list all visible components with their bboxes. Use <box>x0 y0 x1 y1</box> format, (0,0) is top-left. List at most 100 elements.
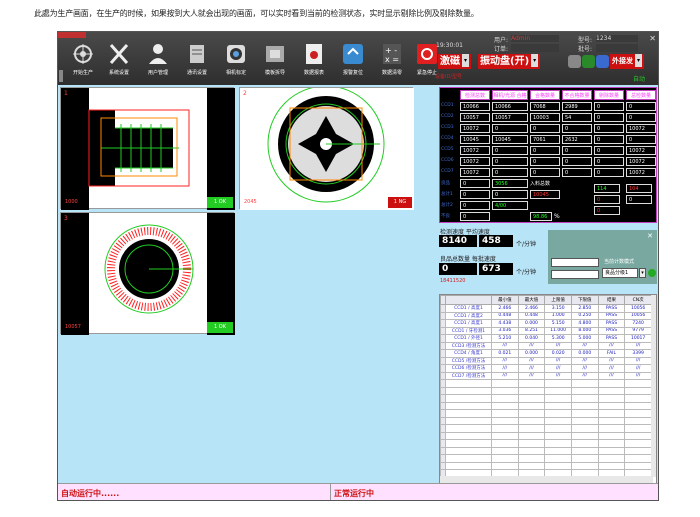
system-settings-button[interactable]: 系统设置 <box>102 42 136 82</box>
alarm-reset-label: 报警复位 <box>342 70 363 76</box>
table-row[interactable] <box>440 424 652 433</box>
data-report-button[interactable]: 数据报表 <box>297 42 331 82</box>
popup-input-2[interactable] <box>551 270 599 279</box>
table-row[interactable]: CCD1 / 高度1 4.438 0.000 5.150 4.800 PASS 7240 <box>440 319 652 328</box>
table-cell <box>517 446 546 455</box>
table-cell <box>544 401 572 410</box>
table-row[interactable] <box>440 394 652 403</box>
camera-calibration-button[interactable]: 相机标定 <box>219 42 253 82</box>
camera-view-1[interactable]: 1 1000 1 OK <box>60 87 235 210</box>
template-button[interactable]: 模板拆导 <box>258 42 292 82</box>
table-cell <box>445 424 492 433</box>
table-cell: 5.150 <box>544 319 572 328</box>
row-label: CCD5 <box>441 147 457 152</box>
settings-mini-icon[interactable] <box>568 55 581 68</box>
stats-cell: 0 <box>626 113 656 122</box>
dropdown-arrow-icon[interactable]: ▾ <box>635 54 642 67</box>
table-cell: PASS <box>597 304 626 313</box>
table-row[interactable]: CCD1 / 高度2 0.448 0.448 1.000 0.250 PASS 10056 <box>440 311 652 320</box>
stats-header-2: 相机/光源 合格 <box>492 90 528 100</box>
close-icon[interactable]: ✕ <box>647 232 653 240</box>
alarm-reset-button[interactable]: 报警复位 <box>336 42 370 82</box>
table-row[interactable]: CCD4 / 角度1 0.021 0.000 0.020 0.000 FAIL 3399 <box>440 349 652 358</box>
table-row[interactable]: CCD1 / 外径1 5.210 0.040 5.300 5.000 PASS 10017 <box>440 334 652 343</box>
table-cell <box>491 424 519 433</box>
dropdown-arrow-icon[interactable]: ▾ <box>531 54 539 67</box>
table-row[interactable]: CCD6 /检测方法////////////////// <box>440 364 652 373</box>
comm-settings-button[interactable]: 通讯设置 <box>180 42 214 82</box>
table-cell <box>517 431 546 440</box>
table-cell <box>624 446 652 455</box>
popup-input-1[interactable] <box>551 258 599 267</box>
wrench-screwdriver-icon <box>109 44 129 64</box>
order-value <box>511 44 559 52</box>
dropdown-arrow-icon[interactable]: ▾ <box>462 54 469 67</box>
input-total-value: 10045 <box>530 190 560 199</box>
stats-cell: 3056 <box>492 179 528 188</box>
table-cell: /// <box>624 341 652 350</box>
vertical-scrollbar[interactable] <box>651 295 656 477</box>
table-row[interactable] <box>440 454 652 463</box>
table-cell <box>517 454 546 463</box>
table-cell <box>570 379 599 388</box>
camera-view-2[interactable]: 2 2045 1 NG <box>239 87 414 210</box>
table-row[interactable] <box>440 446 652 455</box>
table-row[interactable] <box>440 386 652 395</box>
start-production-button[interactable]: 开始生产 <box>66 42 100 82</box>
camera-view-3[interactable]: 3 10057 1 OK <box>60 212 235 335</box>
row-label: CCD3 <box>441 125 457 130</box>
table-cell: /// <box>570 371 599 380</box>
row-label: CCD2 <box>441 114 457 119</box>
stats-cell: 0 <box>594 113 624 122</box>
laser-button[interactable]: 激磁 ▾ <box>438 54 471 69</box>
table-row[interactable]: CCD1 / 高度1 2.466 2.466 3.150 2.850 PASS 10056 <box>440 304 652 313</box>
data-report-label: 数据报表 <box>303 70 324 76</box>
camera-1-corner: 1 <box>64 90 68 97</box>
table-cell: 10017 <box>624 334 652 343</box>
table-cell <box>624 379 652 388</box>
vibe-button[interactable]: 振动盘(开) ▾ <box>478 54 541 69</box>
data-clear-button[interactable]: + -x = 数据清零 <box>375 42 409 82</box>
status-left: 自动运行中...... <box>61 489 120 498</box>
table-cell: 10056 <box>624 311 652 320</box>
table-row[interactable] <box>440 416 652 425</box>
stats-cell: 0 <box>626 195 652 204</box>
table-row[interactable]: CCD7 /检测方法////////////////// <box>440 371 652 380</box>
datetime: 19:30:01 <box>436 42 463 49</box>
stats-cell: 0 <box>530 168 560 177</box>
table-cell <box>570 454 599 463</box>
table-cell: /// <box>597 371 626 380</box>
table-cell: 4.438 <box>491 319 519 328</box>
horizontal-scrollbar[interactable] <box>440 476 653 483</box>
stats-cell: 2632 <box>562 135 592 144</box>
table-cell <box>597 409 626 418</box>
table-row[interactable]: CCD3 /检测方法////////////////// <box>440 341 652 350</box>
table-row[interactable] <box>440 379 652 388</box>
stats-cell: 0 <box>562 157 592 166</box>
good-label: 良品总数量 每批速度 <box>440 256 496 263</box>
table-row[interactable] <box>440 461 652 470</box>
table-row[interactable] <box>440 431 652 440</box>
table-row[interactable] <box>440 409 652 418</box>
table-row[interactable]: CCD1 / 牙检测1 3.036 8.251 11.000 8.000 PASS 9779 <box>440 326 652 335</box>
check-mini-icon[interactable] <box>582 55 595 68</box>
batch-value <box>596 44 638 52</box>
chevron-down-icon[interactable]: ▾ <box>639 268 646 278</box>
table-cell: 0.000 <box>570 349 599 358</box>
good-value: 0 <box>439 263 477 275</box>
close-icon[interactable]: ✕ <box>649 34 656 43</box>
table-row[interactable] <box>440 439 652 448</box>
table-cell <box>570 394 599 403</box>
toolbar: 开始生产 系统设置 用户管理 通讯设置 相机标定 模板拆导 数据报表 报警复位 <box>58 32 658 85</box>
table-row[interactable]: CCD5 /检测方法////////////////// <box>440 356 652 365</box>
external-button[interactable]: 外接发 ▾ <box>610 54 644 69</box>
user-management-button[interactable]: 用户管理 <box>141 42 175 82</box>
table-cell <box>597 394 626 403</box>
camera-2-corner: 2 <box>243 90 247 97</box>
table-cell: /// <box>597 356 626 365</box>
table-row[interactable] <box>440 401 652 410</box>
count-mode-select[interactable]: 良品分级1 <box>602 268 638 278</box>
sub-label: 设备ID/型号 <box>435 74 463 80</box>
toolbar-grip[interactable] <box>59 70 63 82</box>
info-mini-icon[interactable] <box>596 55 609 68</box>
